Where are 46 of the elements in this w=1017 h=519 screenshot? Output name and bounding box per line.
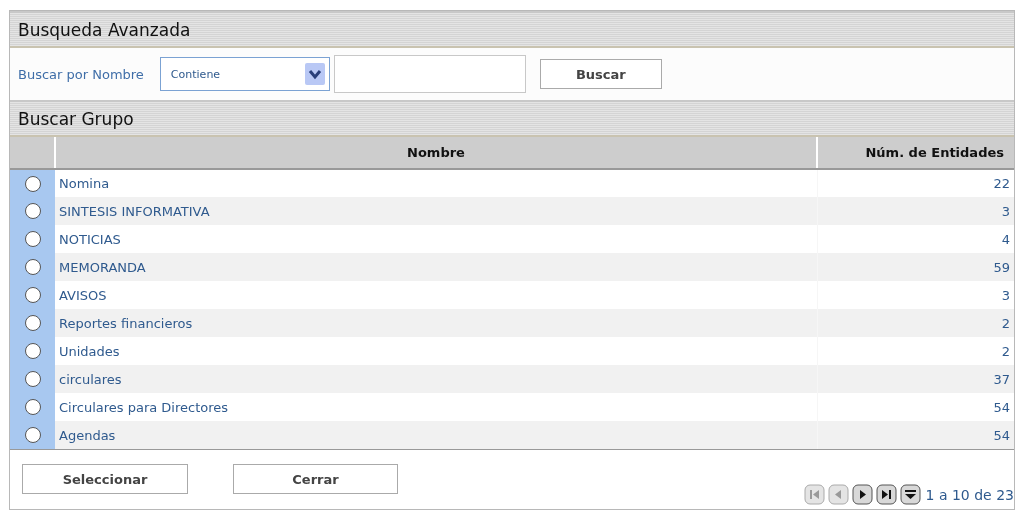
match-select[interactable]: Contiene <box>159 57 330 91</box>
table-cell: MEMORANDA <box>55 253 817 281</box>
page-summary: 1 a 10 de 23 <box>925 486 1014 503</box>
table-cell: 22 <box>817 169 1014 197</box>
table-cell: 59 <box>817 253 1014 281</box>
radio-button[interactable] <box>24 231 41 248</box>
radio-button[interactable] <box>24 259 41 276</box>
radio-button[interactable] <box>24 287 41 304</box>
dropdown-icon <box>304 63 325 85</box>
table-cell: 3 <box>817 197 1014 225</box>
table-cell: Circulares para Directores <box>55 393 817 421</box>
table-cell: 54 <box>817 393 1014 421</box>
table-cell: Unidades <box>55 337 817 365</box>
header-cell <box>10 137 55 169</box>
table-cell: 2 <box>817 309 1014 337</box>
menu-page-icon[interactable] <box>899 484 921 505</box>
panel-title: Busqueda Avanzada <box>10 11 1014 48</box>
radio-button[interactable] <box>24 399 41 416</box>
column-header: Nombre <box>55 137 817 169</box>
table-cell: Reportes financieros <box>55 309 817 337</box>
panel-title: Buscar Grupo <box>10 100 1014 137</box>
table-cell: 3 <box>817 281 1014 309</box>
radio-button[interactable] <box>24 203 41 220</box>
table-cell: 4 <box>817 225 1014 253</box>
search-field[interactable] <box>333 55 526 93</box>
action-button[interactable]: Seleccionar <box>22 464 188 494</box>
table-cell: circulares <box>55 365 817 393</box>
action-button[interactable]: Cerrar <box>233 464 398 494</box>
table-cell: Agendas <box>55 421 817 449</box>
table-cell: 2 <box>817 337 1014 365</box>
last-page-icon[interactable] <box>875 484 897 505</box>
radio-button[interactable] <box>24 427 41 444</box>
table-cell: Nomina <box>55 169 817 197</box>
search-button[interactable]: Buscar <box>539 59 662 89</box>
next-page-icon[interactable] <box>851 484 873 505</box>
radio-button[interactable] <box>24 315 41 332</box>
table-cell: 54 <box>817 421 1014 449</box>
radio-button[interactable] <box>24 175 41 192</box>
radio-button[interactable] <box>24 343 41 360</box>
table-cell: NOTICIAS <box>55 225 817 253</box>
table-cell: SINTESIS INFORMATIVA <box>55 197 817 225</box>
search-label: Buscar por Nombre <box>18 66 144 82</box>
table-cell: 37 <box>817 365 1014 393</box>
radio-button[interactable] <box>24 371 41 388</box>
table-cell: AVISOS <box>55 281 817 309</box>
column-header: Núm. de Entidades <box>817 137 1014 169</box>
